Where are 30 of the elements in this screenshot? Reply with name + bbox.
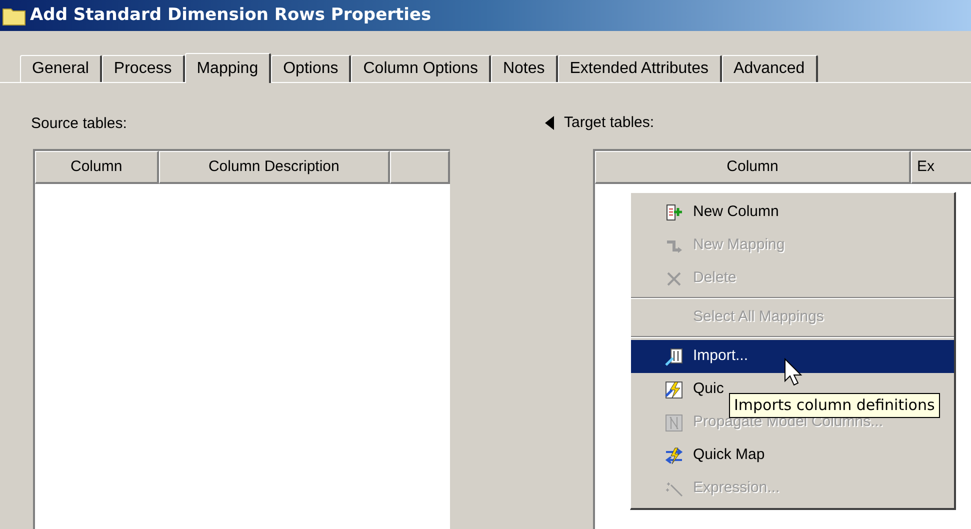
propagate-icon (665, 414, 683, 432)
collapse-arrow-icon[interactable] (545, 116, 554, 130)
lightning-arrows-icon (665, 446, 683, 464)
tab[interactable]: General (20, 55, 102, 82)
cursor-icon (784, 358, 804, 386)
tab[interactable]: Options (271, 55, 352, 82)
menu-item[interactable]: Import... (631, 340, 954, 373)
section-label: Target tables: (564, 112, 654, 133)
import-icon (665, 348, 683, 366)
section-label: Source tables: (31, 114, 128, 133)
folder-icon (2, 6, 26, 26)
column-header[interactable]: Column (595, 151, 911, 184)
column-header[interactable]: Ex (911, 151, 971, 184)
tab[interactable]: Mapping (184, 53, 272, 83)
window-title: Add Standard Dimension Rows Properties (30, 4, 432, 27)
tab[interactable]: Advanced (722, 55, 818, 82)
delete-icon (665, 270, 683, 288)
column-header[interactable]: Column Description (158, 151, 390, 184)
tab[interactable]: Column Options (351, 55, 491, 82)
tooltip: Imports column definitions (729, 393, 940, 418)
tab[interactable]: Notes (490, 55, 558, 82)
menu-item[interactable]: New Column (631, 196, 954, 229)
column-header[interactable] (390, 151, 450, 184)
column-header[interactable]: Column (35, 151, 159, 184)
menu-item[interactable]: Quick Map (631, 439, 954, 472)
lightning-grid-icon (665, 380, 683, 398)
column-plus-icon (665, 204, 683, 222)
tab[interactable]: Extended Attributes (558, 55, 722, 82)
tab[interactable]: Process (102, 55, 185, 82)
wand-icon (665, 480, 683, 498)
